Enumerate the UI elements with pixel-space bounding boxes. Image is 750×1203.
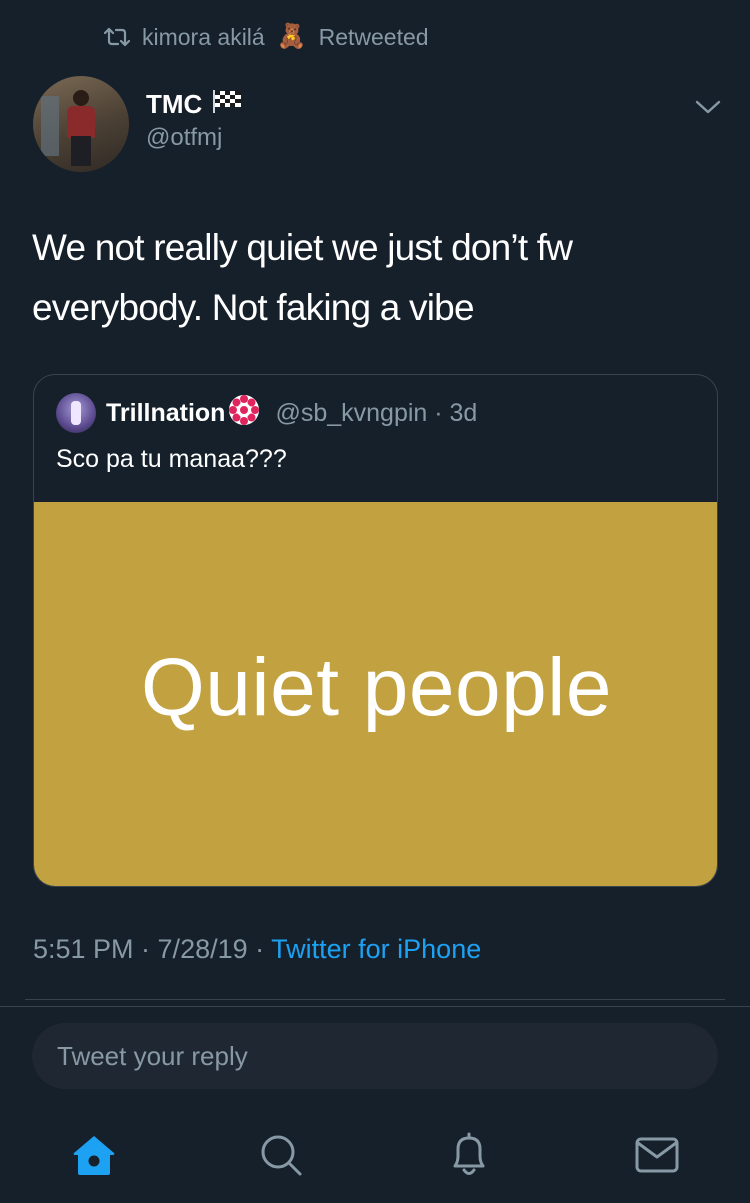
chevron-down-icon[interactable] [694,98,722,121]
badge-emoji-icon [227,393,261,434]
tweet-meta: 5:51 PM · 7/28/19 · Twitter for iPhone [33,934,481,965]
retweet-icon [104,27,130,47]
tweet-text: We not really quiet we just don’t fw eve… [32,227,573,328]
author-name: TMC [146,89,203,119]
reply-input[interactable]: Tweet your reply [32,1023,718,1089]
author-handle[interactable]: @otfmj [146,124,222,152]
quoted-tweet-card[interactable]: Trillnation @sb_kvngpin · 3d Sco pa tu m… [33,374,718,887]
home-icon[interactable] [71,1132,117,1178]
bell-icon[interactable] [446,1132,492,1178]
retweeter-name: kimora akilá [142,23,265,50]
reply-placeholder: Tweet your reply [57,1040,248,1071]
tweet-timestamp: 5:51 PM · 7/28/19 · [33,934,272,964]
search-icon[interactable] [258,1132,304,1178]
author-name-row[interactable]: TMC [146,88,242,121]
quoted-author-avatar [56,393,96,433]
retweet-indicator[interactable]: kimora akilá 🧸 Retweeted [104,20,429,54]
retweeted-label: Retweeted [318,23,429,50]
quoted-tweet-header: Trillnation @sb_kvngpin · 3d [56,393,477,433]
quoted-author-name: Trillnation [106,398,226,427]
teddy-bear-emoji: 🧸 [276,23,307,50]
author-avatar[interactable] [33,76,129,172]
quoted-tweet-text: Sco pa tu manaa??? [56,445,287,473]
checkered-flag-emoji [210,88,242,121]
bottom-tab-bar [0,1120,750,1190]
divider [0,1006,750,1007]
divider [25,999,725,1000]
tweet-source-link[interactable]: Twitter for iPhone [271,934,481,964]
quoted-handle-time: @sb_kvngpin · 3d [275,398,478,427]
mail-icon[interactable] [634,1132,680,1178]
tweet-detail-screen: kimora akilá 🧸 Retweeted TMC @otfmj We n… [0,0,750,1203]
image-caption-text: Quiet people [140,642,612,733]
quoted-tweet-image[interactable]: Quiet people [34,502,717,886]
